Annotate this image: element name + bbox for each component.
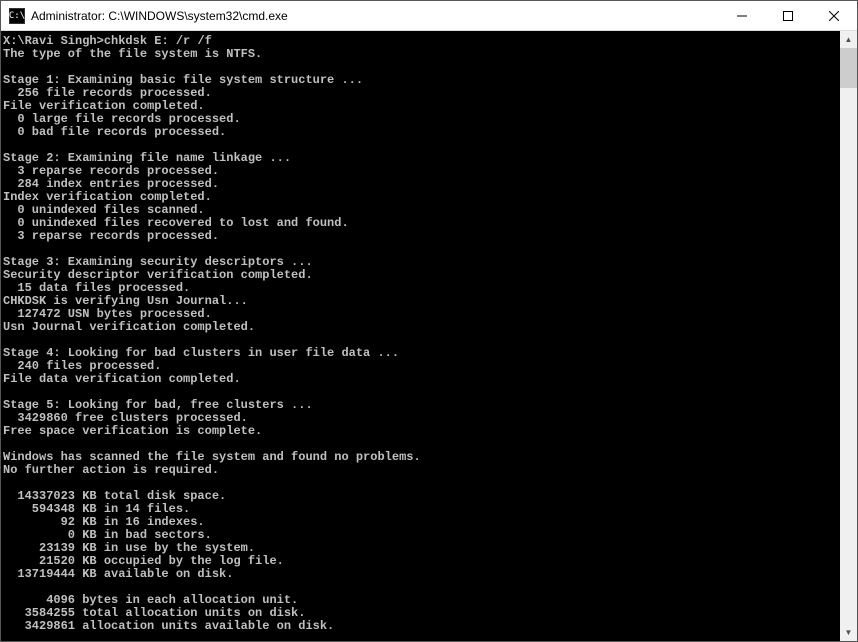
terminal-area: X:\Ravi Singh>chkdsk E: /r /f The type o… — [1, 31, 857, 641]
output-line: 256 file records processed. — [3, 86, 212, 100]
output-line: 23139 KB in use by the system. — [3, 541, 255, 555]
vertical-scrollbar[interactable]: ▲ ▼ — [840, 31, 857, 641]
cmd-window: C:\ Administrator: C:\WINDOWS\system32\c… — [0, 0, 858, 642]
prompt-line: X:\Ravi Singh> — [3, 34, 104, 48]
scroll-down-button[interactable]: ▼ — [840, 624, 857, 641]
output-line: 3429860 free clusters processed. — [3, 411, 248, 425]
output-line: 0 unindexed files recovered to lost and … — [3, 216, 349, 230]
output-line: 0 unindexed files scanned. — [3, 203, 205, 217]
titlebar[interactable]: C:\ Administrator: C:\WINDOWS\system32\c… — [1, 1, 857, 31]
output-line: Stage 4: Looking for bad clusters in use… — [3, 346, 399, 360]
minimize-button[interactable] — [719, 1, 765, 30]
output-line: Stage 1: Examining basic file system str… — [3, 73, 363, 87]
output-line: Stage 3: Examining security descriptors … — [3, 255, 313, 269]
window-controls — [719, 1, 857, 30]
output-line: Index verification completed. — [3, 190, 212, 204]
output-line: File verification completed. — [3, 99, 205, 113]
output-line: 15 data files processed. — [3, 281, 190, 295]
output-line: 92 KB in 16 indexes. — [3, 515, 205, 529]
output-line: 0 bad file records processed. — [3, 125, 226, 139]
output-line: Stage 5: Looking for bad, free clusters … — [3, 398, 313, 412]
output-line: 3584255 total allocation units on disk. — [3, 606, 305, 620]
window-title: Administrator: C:\WINDOWS\system32\cmd.e… — [31, 9, 719, 23]
output-line: 284 index entries processed. — [3, 177, 219, 191]
output-line: 0 KB in bad sectors. — [3, 528, 212, 542]
scroll-thumb[interactable] — [840, 48, 857, 88]
cmd-icon: C:\ — [9, 8, 25, 24]
output-line: Usn Journal verification completed. — [3, 320, 255, 334]
output-line: The type of the file system is NTFS. — [3, 47, 262, 61]
output-line: Free space verification is complete. — [3, 424, 262, 438]
output-line: 240 files processed. — [3, 359, 161, 373]
output-line: Windows has scanned the file system and … — [3, 450, 421, 464]
scroll-up-button[interactable]: ▲ — [840, 31, 857, 48]
output-line: No further action is required. — [3, 463, 219, 477]
output-line: 4096 bytes in each allocation unit. — [3, 593, 298, 607]
output-line: 0 large file records processed. — [3, 112, 241, 126]
command-text: chkdsk E: /r /f — [104, 34, 212, 48]
close-button[interactable] — [811, 1, 857, 30]
output-line: 3 reparse records processed. — [3, 164, 219, 178]
output-line: 14337023 KB total disk space. — [3, 489, 226, 503]
output-line: 3429861 allocation units available on di… — [3, 619, 334, 633]
output-line: 594348 KB in 14 files. — [3, 502, 190, 516]
output-line: Stage 2: Examining file name linkage ... — [3, 151, 291, 165]
output-line: Security descriptor verification complet… — [3, 268, 313, 282]
output-line: 3 reparse records processed. — [3, 229, 219, 243]
output-line: File data verification completed. — [3, 372, 241, 386]
output-line: 21520 KB occupied by the log file. — [3, 554, 284, 568]
output-line: 127472 USN bytes processed. — [3, 307, 212, 321]
maximize-button[interactable] — [765, 1, 811, 30]
output-line: 13719444 KB available on disk. — [3, 567, 233, 581]
terminal-output[interactable]: X:\Ravi Singh>chkdsk E: /r /f The type o… — [1, 31, 840, 641]
output-line: CHKDSK is verifying Usn Journal... — [3, 294, 248, 308]
